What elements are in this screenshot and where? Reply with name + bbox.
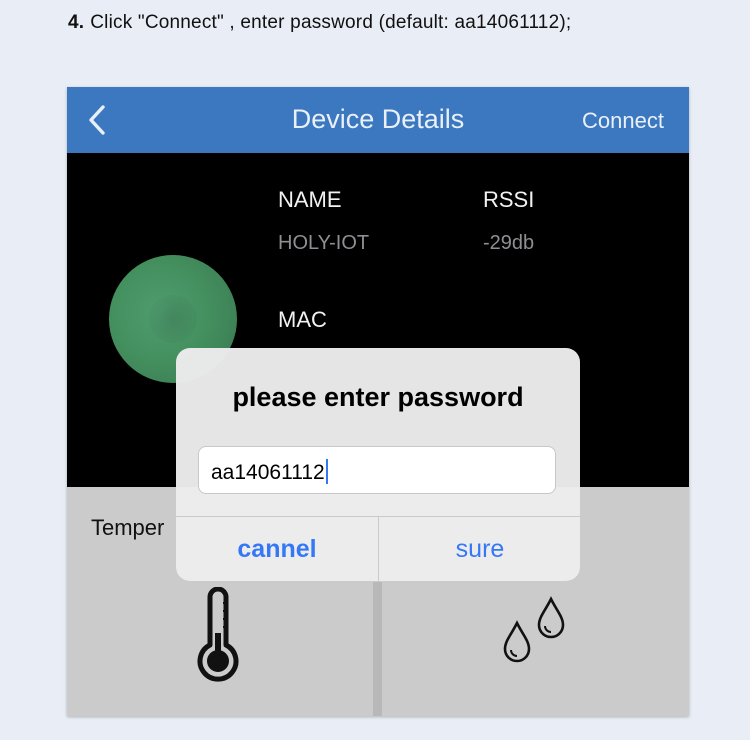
dialog-title: please enter password <box>232 382 524 412</box>
password-value: aa14061112 <box>211 461 325 484</box>
password-input[interactable]: aa14061112 <box>198 446 556 494</box>
instruction-text: Click "Connect" , enter password (defaul… <box>90 12 572 33</box>
step-number: 4. <box>68 12 85 33</box>
cancel-button[interactable]: cannel <box>176 517 378 581</box>
thermometer-icon <box>197 587 239 682</box>
password-dialog: please enter password aa14061112 cannel … <box>176 348 580 581</box>
name-value: HOLY-IOT <box>278 232 370 254</box>
name-label: NAME <box>278 187 342 212</box>
text-cursor <box>325 459 328 484</box>
divider <box>373 582 382 716</box>
rssi-value: -29db <box>483 232 535 254</box>
sure-button[interactable]: sure <box>378 517 580 581</box>
instruction-caption: 4. Click "Connect" , enter password (defa… <box>68 12 571 34</box>
dialog-buttons: cannel sure <box>176 516 580 581</box>
water-drops-icon <box>503 596 565 663</box>
temperature-label: Temper <box>91 515 165 540</box>
rssi-label: RSSI <box>483 187 535 212</box>
navigation-bar: Device Details Connect <box>67 87 689 153</box>
connect-button[interactable]: Connect <box>582 108 664 134</box>
mac-label: MAC <box>278 307 327 332</box>
